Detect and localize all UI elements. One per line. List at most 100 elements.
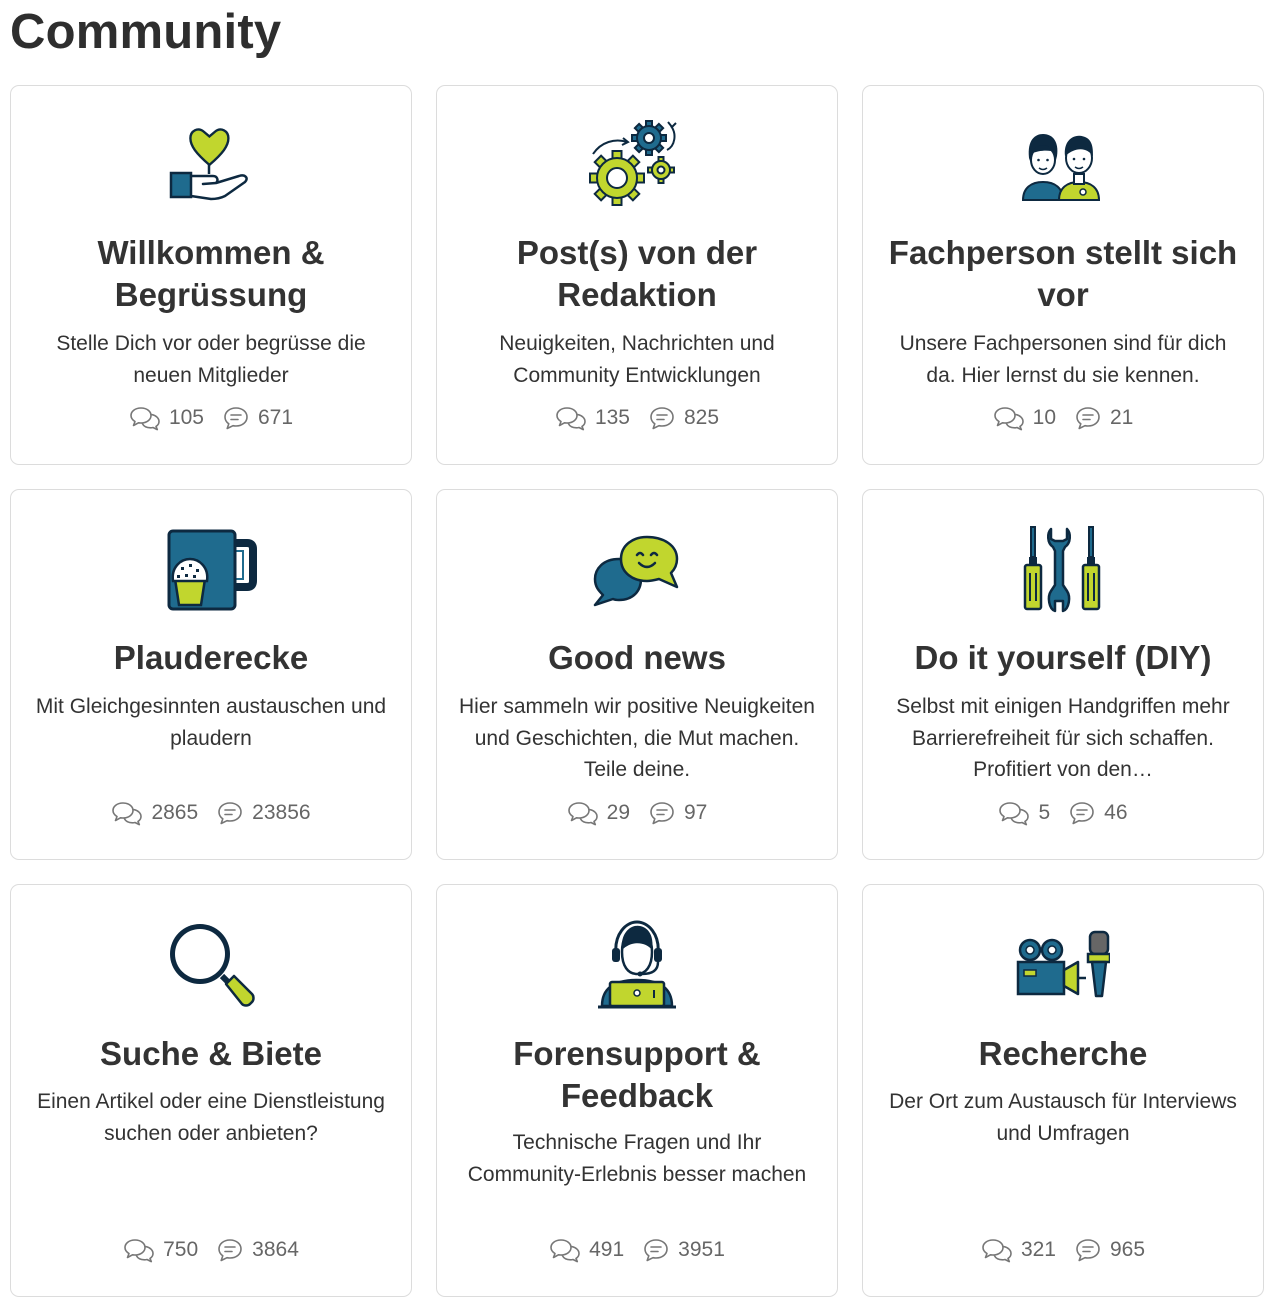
topics-count: 321	[1020, 1238, 1056, 1261]
topics-icon	[124, 1239, 154, 1263]
posts-icon	[1076, 1239, 1100, 1262]
topics-count: 10	[1032, 406, 1056, 429]
card-stats: 750 3864	[11, 1237, 411, 1263]
posts-stat: 46	[1068, 800, 1128, 826]
category-card-forensupport[interactable]: Forensupport & Feedback Technische Frage…	[436, 884, 838, 1297]
posts-stat: 21	[1074, 405, 1133, 431]
card-stats: 321 965	[863, 1237, 1263, 1263]
topics-stat: 135	[555, 405, 630, 431]
topics-count: 29	[606, 801, 630, 824]
posts-count: 23856	[252, 801, 311, 824]
posts-count: 21	[1110, 406, 1134, 429]
topics-count: 105	[168, 406, 204, 429]
card-title: Good news	[548, 639, 726, 676]
topics-stat: 2865	[111, 800, 198, 826]
card-description: Einen Artikel oder eine Dienstleistung s…	[37, 1090, 385, 1145]
posts-stat: 671	[222, 405, 293, 431]
topics-icon	[993, 407, 1024, 431]
card-description: Technische Fragen und Ihr Community-Erle…	[467, 1131, 807, 1186]
topics-count: 5	[1038, 801, 1051, 824]
category-card-suche-biete[interactable]: Suche & Biete Einen Artikel oder eine Di…	[10, 884, 412, 1297]
card-stats: 105 671	[11, 405, 411, 431]
card-title: Do it yourself (DIY)	[914, 639, 1212, 676]
card-stats: 2865 23856	[11, 800, 411, 826]
posts-icon	[218, 1239, 242, 1262]
heart-hand-icon	[11, 116, 411, 216]
topics-icon	[567, 802, 598, 826]
tools-icon	[863, 520, 1263, 620]
posts-icon	[1070, 802, 1094, 825]
topics-stat: 105	[129, 405, 204, 431]
card-stats: 29 97	[437, 800, 837, 826]
posts-icon	[650, 802, 674, 825]
card-title: Fachperson stellt sich vor	[888, 234, 1238, 313]
posts-icon	[218, 802, 242, 825]
card-description: Neuigkeiten, Nachrichten und Community E…	[499, 332, 775, 387]
card-description: Selbst mit einigen Handgriffen mehr Barr…	[896, 695, 1230, 781]
category-card-willkommen[interactable]: Willkommen & Begrüssung Stelle Dich vor …	[10, 85, 412, 465]
card-title: Recherche	[978, 1035, 1148, 1072]
card-stats: 491 3951	[437, 1237, 837, 1263]
topics-count: 750	[163, 1238, 199, 1261]
magnifier-icon	[11, 915, 411, 1015]
card-title: Forensupport & Feedback	[513, 1035, 761, 1114]
category-card-plauderecke[interactable]: Plauderecke Mit Gleichgesinnten austausc…	[10, 489, 412, 860]
card-title: Suche & Biete	[100, 1035, 322, 1072]
topics-stat: 321	[981, 1237, 1056, 1263]
card-description: Hier sammeln wir positive Neuigkeiten un…	[459, 695, 815, 781]
topics-icon	[112, 802, 143, 826]
posts-count: 965	[1110, 1238, 1146, 1261]
posts-icon	[644, 1239, 668, 1262]
card-stats: 10 21	[863, 405, 1263, 431]
posts-stat: 23856	[216, 800, 311, 826]
card-description: Stelle Dich vor oder begrüsse die neuen …	[56, 332, 366, 387]
card-description: Unsere Fachpersonen sind für dich da. Hi…	[899, 332, 1227, 387]
posts-icon	[224, 407, 248, 430]
card-stats: 5 46	[863, 800, 1263, 826]
gears-icon	[437, 116, 837, 216]
page-title: Community	[10, 5, 282, 59]
topics-stat: 10	[993, 405, 1056, 431]
card-stats: 135 825	[437, 405, 837, 431]
category-card-good-news[interactable]: Good news Hier sammeln wir positive Neui…	[436, 489, 838, 860]
support-agent-icon	[437, 915, 837, 1015]
topics-stat: 5	[998, 800, 1050, 826]
topics-stat: 491	[549, 1237, 624, 1263]
topics-count: 135	[594, 406, 630, 429]
posts-count: 46	[1104, 801, 1128, 824]
topics-icon	[130, 407, 160, 431]
card-description: Der Ort zum Austausch für Interviews und…	[889, 1090, 1237, 1145]
topics-icon	[556, 407, 586, 431]
posts-stat: 3951	[642, 1237, 725, 1263]
smile-chat-icon	[437, 520, 837, 620]
category-card-recherche[interactable]: Recherche Der Ort zum Austausch für Inte…	[862, 884, 1264, 1297]
topics-icon	[982, 1239, 1012, 1263]
posts-stat: 3864	[216, 1237, 299, 1263]
category-card-redaktion[interactable]: Post(s) von der Redaktion Neuigkeiten, N…	[436, 85, 838, 465]
card-description: Mit Gleichgesinnten austauschen und plau…	[35, 695, 387, 750]
card-title: Plauderecke	[113, 639, 309, 676]
camera-microphone-icon	[863, 915, 1263, 1015]
category-card-fachperson[interactable]: Fachperson stellt sich vor Unsere Fachpe…	[862, 85, 1264, 465]
topics-stat: 29	[567, 800, 630, 826]
posts-stat: 825	[648, 405, 719, 431]
people-icon	[863, 116, 1263, 216]
topics-count: 2865	[151, 801, 199, 824]
topics-icon	[999, 802, 1030, 826]
topics-count: 491	[589, 1238, 625, 1261]
posts-count: 825	[684, 406, 720, 429]
posts-stat: 97	[648, 800, 707, 826]
mug-icon	[11, 520, 411, 620]
card-title: Post(s) von der Redaktion	[516, 234, 758, 313]
posts-count: 3864	[252, 1238, 299, 1261]
topics-stat: 750	[123, 1237, 198, 1263]
posts-stat: 965	[1074, 1237, 1145, 1263]
posts-count: 97	[684, 801, 708, 824]
topics-icon	[550, 1239, 580, 1263]
posts-count: 671	[258, 406, 294, 429]
posts-count: 3951	[678, 1238, 725, 1261]
category-card-diy[interactable]: Do it yourself (DIY) Selbst mit einigen …	[862, 489, 1264, 860]
posts-icon	[1076, 407, 1100, 430]
card-title: Willkommen & Begrüssung	[97, 234, 325, 313]
posts-icon	[650, 407, 674, 430]
